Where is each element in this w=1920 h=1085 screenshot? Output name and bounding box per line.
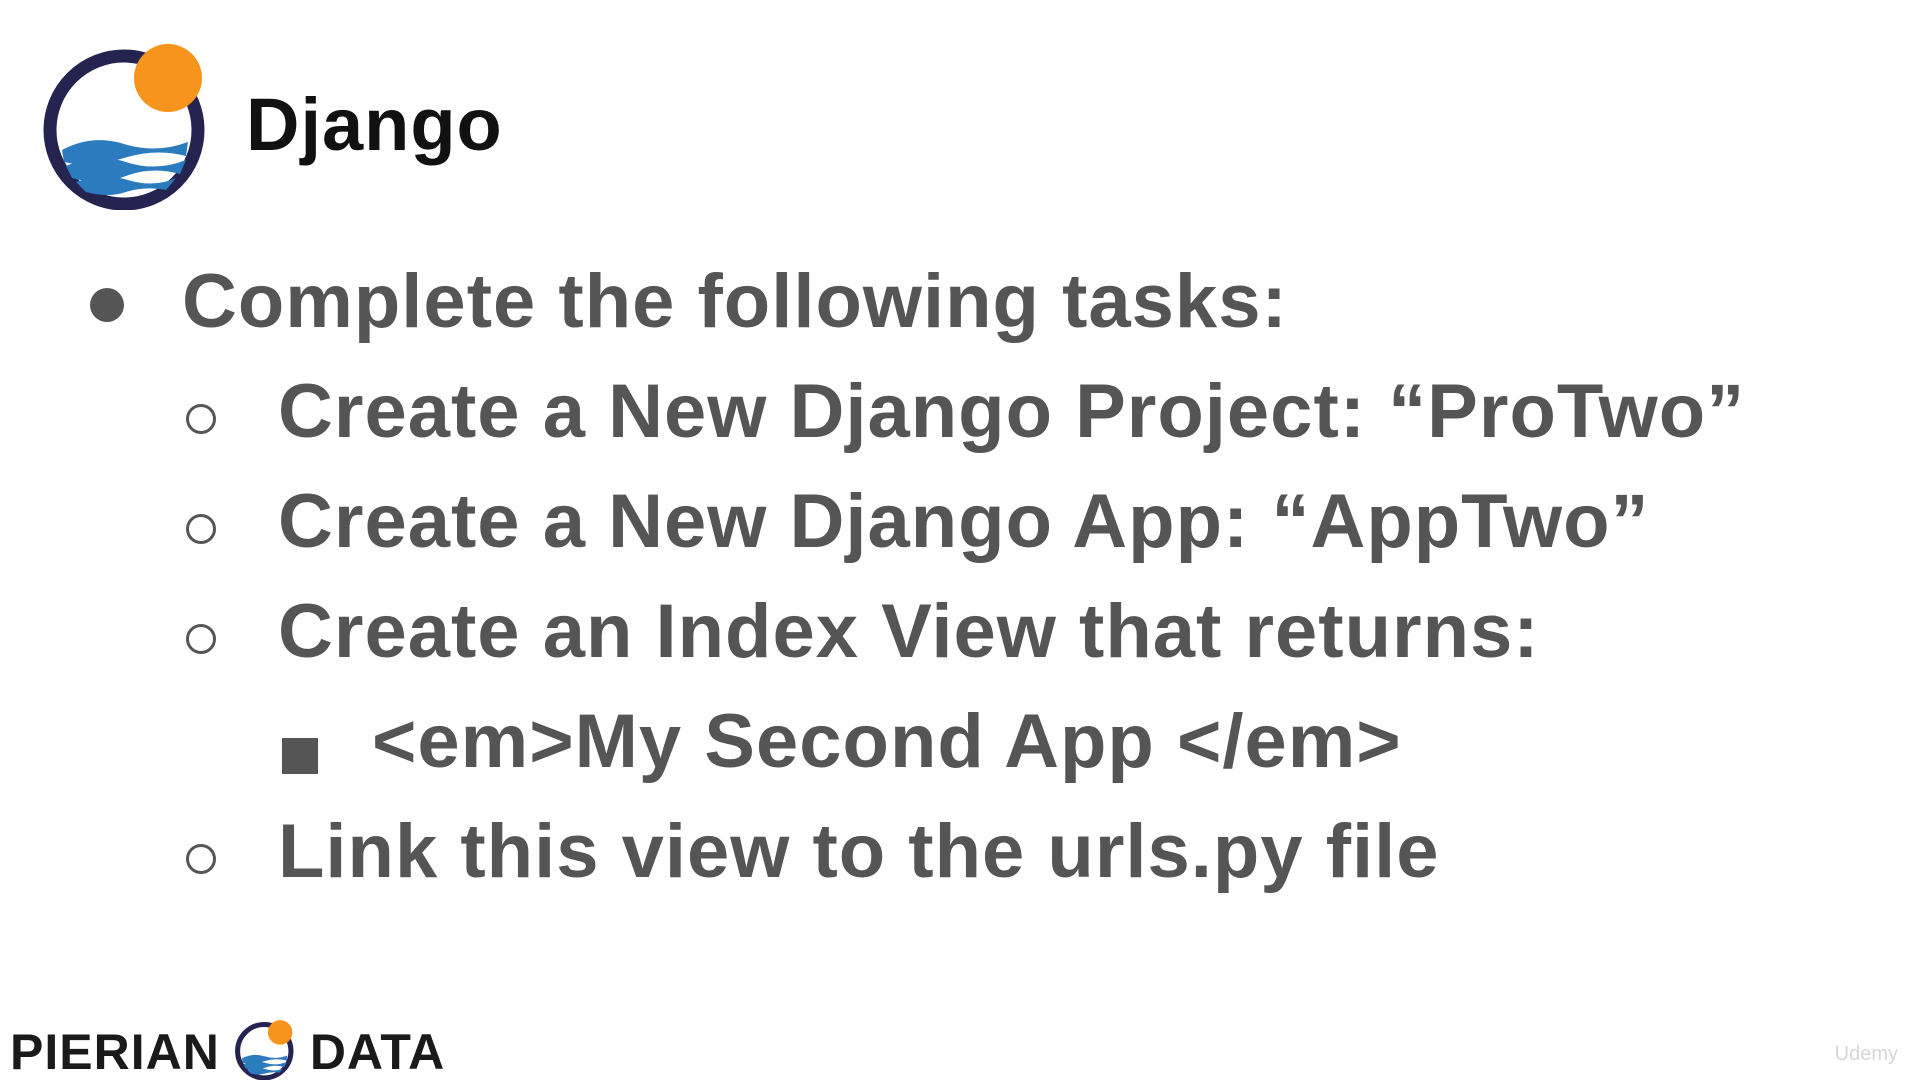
bullet-circle-icon bbox=[186, 404, 216, 434]
slide-header: Django bbox=[40, 38, 503, 210]
pierian-small-logo-icon bbox=[234, 1018, 296, 1085]
brand-left-text: PIERIAN bbox=[10, 1023, 220, 1080]
list-item: Create a New Django Project: “ProTwo” bbox=[186, 368, 1746, 455]
list-item: Complete the following tasks: bbox=[90, 258, 1288, 345]
list-item: Link this view to the urls.py file bbox=[186, 808, 1440, 895]
footer-brand: PIERIAN DATA bbox=[10, 1018, 445, 1085]
bullet-circle-icon bbox=[186, 844, 216, 874]
list-item-text: Complete the following tasks: bbox=[182, 259, 1288, 344]
list-item-text: Create a New Django App: “AppTwo” bbox=[278, 479, 1650, 564]
list-item: <em>My Second App </em> bbox=[282, 698, 1402, 785]
bullet-circle-icon bbox=[186, 624, 216, 654]
bullet-square-icon bbox=[282, 738, 318, 774]
udemy-watermark: Udemy bbox=[1834, 1043, 1898, 1065]
list-item-text: Create an Index View that returns: bbox=[278, 589, 1540, 674]
list-item-text: Link this view to the urls.py file bbox=[278, 809, 1440, 894]
brand-right-text: DATA bbox=[309, 1023, 446, 1080]
list-item: Create an Index View that returns: bbox=[186, 588, 1540, 675]
list-item-text: Create a New Django Project: “ProTwo” bbox=[278, 369, 1746, 454]
pierian-logo-icon bbox=[40, 38, 212, 210]
list-item: Create a New Django App: “AppTwo” bbox=[186, 478, 1650, 565]
bullet-circle-icon bbox=[186, 514, 216, 544]
slide-title: Django bbox=[246, 82, 503, 166]
bullet-disc-icon bbox=[90, 288, 124, 322]
list-item-text: <em>My Second App </em> bbox=[372, 699, 1402, 784]
